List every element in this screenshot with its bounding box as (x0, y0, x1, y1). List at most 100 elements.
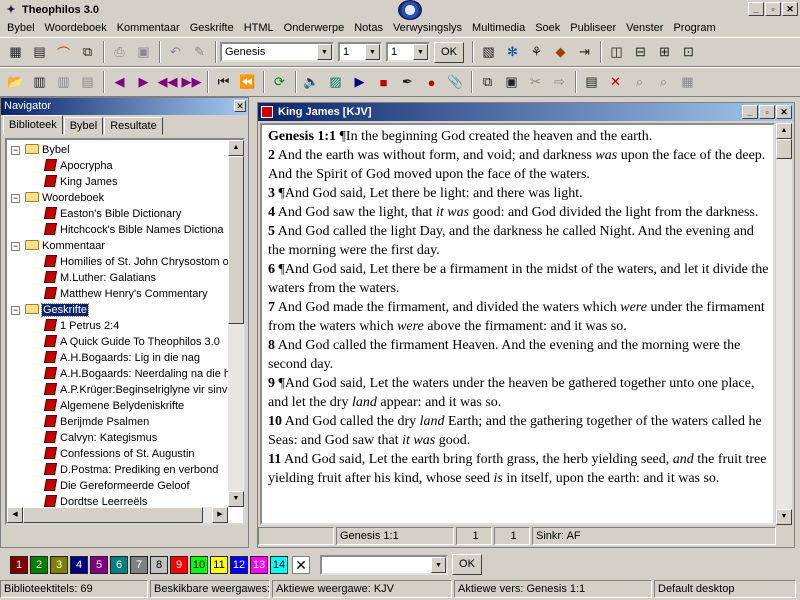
book-select[interactable]: Genesis ▼ (220, 42, 334, 62)
highlight-color-5-button[interactable]: 5 (90, 555, 108, 574)
tile-vertical-icon[interactable]: ◫ (605, 41, 628, 63)
menu-item-venster[interactable]: Venster (621, 22, 668, 34)
highlight-color-11-button[interactable]: 11 (210, 555, 228, 574)
first-page-icon[interactable]: ⏮ (212, 71, 235, 93)
highlight-color-3-button[interactable]: 3 (50, 555, 68, 574)
scroll-right-button[interactable]: ▶ (212, 507, 228, 523)
search-icon[interactable]: ⌕ (628, 71, 651, 93)
menu-item-woordeboek[interactable]: Woordeboek (40, 22, 112, 34)
menu-item-soek[interactable]: Soek (530, 22, 565, 34)
library-icon[interactable]: ▤ (28, 41, 51, 63)
tab-bybel[interactable]: Bybel (63, 117, 104, 135)
tree-node[interactable]: A.H.Bogaards: Neerdaling na die h (43, 366, 230, 382)
menu-item-verwysingslys[interactable]: Verwysingslys (388, 22, 467, 34)
prev-page-icon[interactable]: ⏪ (236, 71, 259, 93)
chevron-down-icon[interactable]: ▼ (317, 44, 332, 60)
tree-node[interactable]: King James (43, 174, 117, 190)
tree-node[interactable]: Apocrypha (43, 158, 113, 174)
tree-node[interactable]: Woordeboek (25, 190, 104, 206)
export-icon[interactable]: ▤ (76, 71, 99, 93)
highlight-color-12-button[interactable]: 12 (230, 555, 248, 574)
doc-vertical-scrollbar[interactable]: ▲ ▼ (776, 123, 792, 525)
verse[interactable]: 4 And God saw the light, that it was goo… (268, 203, 769, 222)
doc-minimize-button[interactable]: _ (742, 105, 758, 119)
menu-item-geskrifte[interactable]: Geskrifte (185, 22, 239, 34)
chevron-down-icon[interactable]: ▼ (413, 44, 428, 60)
scroll-up-button[interactable]: ▲ (228, 140, 244, 156)
verse[interactable]: 8 And God called the firmament Heaven. A… (268, 336, 769, 374)
chevron-down-icon[interactable]: ▼ (431, 556, 446, 573)
paste-icon[interactable]: ▣ (500, 71, 523, 93)
notes-icon[interactable]: ▧ (477, 41, 500, 63)
highlight-color-10-button[interactable]: 10 (190, 555, 208, 574)
tree-expander[interactable]: − (11, 146, 20, 155)
clear-highlight-icon[interactable]: ✕ (292, 555, 310, 574)
record-icon[interactable]: ● (420, 71, 443, 93)
scroll-thumb-h[interactable] (23, 507, 203, 523)
speaker-icon[interactable]: 🔈 (300, 71, 323, 93)
verse-select[interactable]: 1 ▼ (386, 42, 430, 62)
tree-node[interactable]: Geskrifte (25, 302, 90, 318)
menu-item-publiseer[interactable]: Publiseer (565, 22, 621, 34)
highlight-color-8-button[interactable]: 8 (150, 555, 168, 574)
cut-icon[interactable]: ✂ (524, 71, 547, 93)
goto-ok-button[interactable]: OK (434, 41, 464, 63)
minimize-button[interactable]: _ (748, 2, 764, 16)
tab-resultate[interactable]: Resultate (104, 117, 163, 135)
tree-node[interactable]: Calvyn: Kategismus (43, 430, 157, 446)
verse[interactable]: 10 And God called the dry land Earth; an… (268, 412, 769, 450)
print-preview-icon[interactable]: ⎙ (108, 41, 131, 63)
image-icon[interactable]: ▨ (324, 71, 347, 93)
tree-vertical-scrollbar[interactable]: ▲ ▼ (228, 140, 244, 507)
copy-icon[interactable]: ⧉ (476, 71, 499, 93)
tree-icon[interactable]: ⚘ (525, 41, 548, 63)
scroll-thumb[interactable] (776, 139, 792, 159)
tree-expander[interactable]: − (11, 242, 20, 251)
scroll-up-button[interactable]: ▲ (776, 123, 792, 139)
tree-node[interactable]: Kommentaar (25, 238, 105, 254)
tree-node[interactable]: Easton's Bible Dictionary (43, 206, 181, 222)
stop-icon[interactable]: ■ (372, 71, 395, 93)
snowflake-icon[interactable]: ✻ (501, 41, 524, 63)
notes-new-icon[interactable]: ▤ (580, 71, 603, 93)
chapter-select[interactable]: 1 ▼ (338, 42, 382, 62)
tree-expander[interactable]: − (11, 194, 20, 203)
verse[interactable]: 6 ¶And God said, Let there be a firmamen… (268, 260, 769, 298)
tree-node[interactable]: D.Postma: Prediking en verbond (43, 462, 218, 478)
tree-node[interactable]: A.H.Bogaards: Lig in die nag (43, 350, 200, 366)
menu-item-onderwerpe[interactable]: Onderwerpe (279, 22, 350, 34)
tree-node[interactable]: Matthew Henry's Commentary (43, 286, 208, 302)
next-icon[interactable]: ▶ (132, 71, 155, 93)
menu-item-program[interactable]: Program (668, 22, 720, 34)
scroll-down-button[interactable]: ▼ (228, 491, 244, 507)
menu-item-multimedia[interactable]: Multimedia (467, 22, 530, 34)
notes-delete-icon[interactable]: ✕ (604, 71, 627, 93)
highlight-color-6-button[interactable]: 6 (110, 555, 128, 574)
verse[interactable]: 2 And the earth was without form, and vo… (268, 146, 769, 184)
tree-node[interactable]: A Quick Guide To Theophilos 3.0 (43, 334, 220, 350)
tree-node[interactable]: Die Gereformeerde Geloof (43, 478, 190, 494)
save-icon[interactable]: ▥ (28, 71, 51, 93)
verse[interactable]: 11 And God said, Let the earth bring for… (268, 450, 769, 488)
highlight-color-2-button[interactable]: 2 (30, 555, 48, 574)
save-all-icon[interactable]: ▥ (52, 71, 75, 93)
tree-node[interactable]: Bybel (25, 142, 70, 158)
previous-icon[interactable]: ◀ (108, 71, 131, 93)
highlight-color-4-button[interactable]: 4 (70, 555, 88, 574)
arrange-icon[interactable]: ⊡ (677, 41, 700, 63)
tab-biblioteek[interactable]: Biblioteek (3, 115, 63, 134)
go-back-icon[interactable]: ↶ (164, 41, 187, 63)
doc-maximize-button[interactable]: ▫ (759, 105, 775, 119)
open-icon[interactable]: 📂 (4, 71, 27, 93)
navigator-close-button[interactable]: ✕ (234, 100, 246, 112)
tree-node[interactable]: M.Luther: Galatians (43, 270, 156, 286)
highlight-ok-button[interactable]: OK (452, 554, 482, 575)
tree-node[interactable]: Homilies of St. John Chrysostom or (43, 254, 232, 270)
tree-node[interactable]: Confessions of St. Augustin (43, 446, 195, 462)
doc-close-button[interactable]: ✕ (776, 105, 792, 119)
highlight-color-14-button[interactable]: 14 (270, 555, 288, 574)
menu-item-kommentaar[interactable]: Kommentaar (112, 22, 185, 34)
menu-item-bybel[interactable]: Bybel (2, 22, 40, 34)
highlight-color-9-button[interactable]: 9 (170, 555, 188, 574)
menu-item-html[interactable]: HTML (239, 22, 279, 34)
